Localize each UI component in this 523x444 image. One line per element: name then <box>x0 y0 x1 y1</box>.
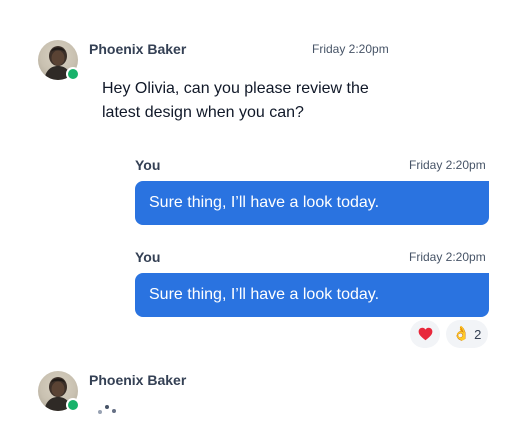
ok-hand-icon: 👌 <box>452 326 471 342</box>
chat-thread: Phoenix Baker Friday 2:20pm Hey Olivia, … <box>0 0 523 444</box>
message-timestamp: Friday 2:20pm <box>409 250 486 264</box>
outgoing-sender-label: You <box>135 157 161 173</box>
heart-icon <box>418 327 432 341</box>
reaction-heart[interactable] <box>410 320 440 348</box>
typing-dot <box>112 409 116 413</box>
incoming-message-text: Hey Olivia, can you please review the la… <box>102 80 369 121</box>
online-status-indicator <box>66 398 80 412</box>
outgoing-message-bubble[interactable]: Sure thing, I’ll have a look today. <box>135 181 489 225</box>
reaction-ok-hand[interactable]: 👌 2 <box>446 320 488 348</box>
message-timestamp: Friday 2:20pm <box>409 158 486 172</box>
sender-avatar[interactable] <box>38 371 80 412</box>
sender-name: Phoenix Baker <box>89 372 187 388</box>
outgoing-message-bubble[interactable]: Sure thing, I’ll have a look today. <box>135 273 489 317</box>
outgoing-sender-label: You <box>135 249 161 265</box>
reaction-count: 2 <box>474 326 482 342</box>
sender-name: Phoenix Baker <box>89 41 187 57</box>
sender-avatar[interactable] <box>38 40 80 81</box>
message-timestamp: Friday 2:20pm <box>312 42 389 56</box>
typing-indicator <box>98 403 122 417</box>
online-status-indicator <box>66 67 80 81</box>
typing-dot <box>98 410 102 414</box>
typing-dot <box>105 405 109 409</box>
